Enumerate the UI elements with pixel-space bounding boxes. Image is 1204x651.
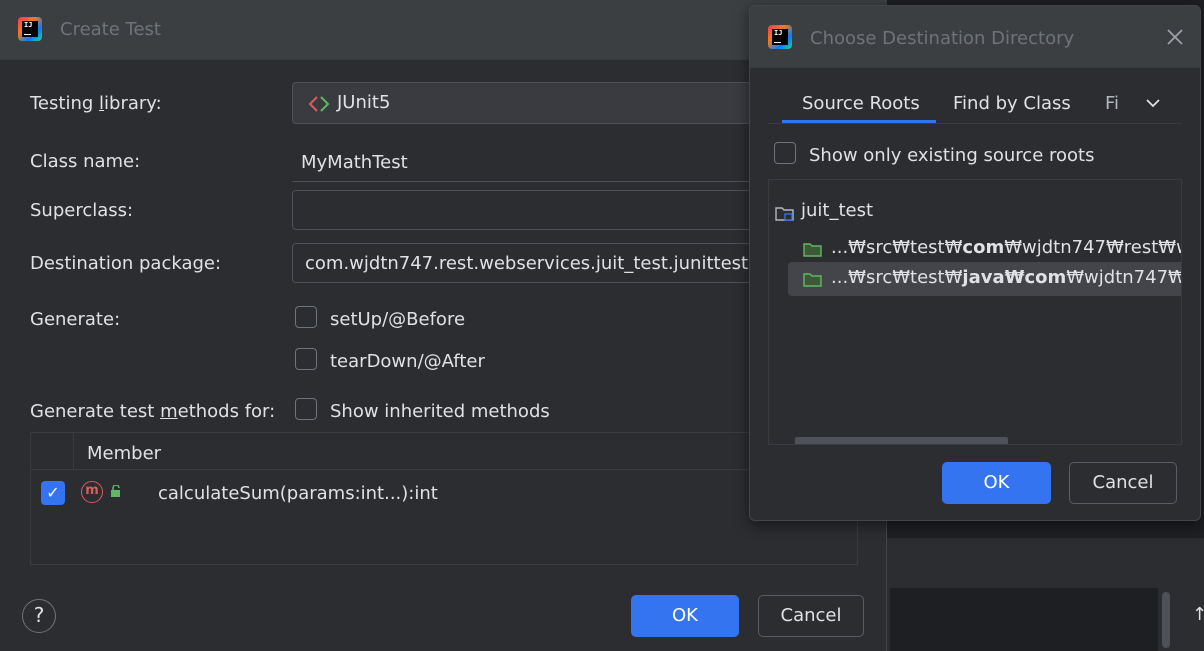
show-only-existing-label: Show only existing source roots [809,145,1095,166]
generate-methods-label: Generate test methods for: [30,401,276,422]
folder-icon [775,207,794,221]
chevron-down-icon[interactable] [1144,96,1162,110]
junit-icon [308,96,330,112]
table-header: Member [31,433,857,470]
setup-checkbox[interactable] [295,306,317,328]
directory-tree: juit_test ...₩src₩test₩com₩wjdtn747₩rest… [768,179,1182,445]
superclass-field[interactable] [292,190,762,230]
superclass-label: Superclass: [30,200,134,221]
teardown-checkbox[interactable] [295,348,317,370]
horizontal-scrollbar-thumb[interactable] [795,437,1008,444]
class-name-field[interactable]: MyMathTest [292,142,762,182]
title-bar[interactable]: IJ Choose Destination Directory [750,6,1200,68]
method-name: calculateSum(params:int...):int [158,483,438,504]
tree-item-selected[interactable]: ...₩src₩test₩java₩com₩wjdtn747₩rest₩we [788,262,1181,296]
column-divider[interactable] [73,433,74,470]
class-name-label: Class name: [30,151,141,172]
testing-library-select[interactable]: JUnit5 [292,82,762,124]
source-folder-icon [803,273,822,287]
dialog-title: Choose Destination Directory [810,28,1075,49]
show-inherited-checkbox[interactable] [295,398,317,420]
help-button[interactable]: ? [22,599,56,633]
tabs-border [768,123,1182,124]
dialog-title: Create Test [60,19,161,40]
close-icon[interactable] [1164,26,1186,48]
background-scrollbar-thumb[interactable] [1162,592,1170,648]
public-lock-icon [111,485,120,497]
ok-button[interactable]: OK [942,462,1051,504]
destination-package-label: Destination package: [30,253,222,274]
teardown-label: tearDown/@After [330,351,485,372]
members-table: Member ✓ m calculateSum(params:int...):i… [30,432,858,565]
intellij-logo-icon: IJ [18,17,42,41]
show-inherited-label: Show inherited methods [330,401,550,422]
background-editor [890,588,1158,651]
member-column-header[interactable]: Member [87,443,161,464]
row-checkbox[interactable]: ✓ [41,481,65,505]
source-folder-icon [803,243,822,257]
cancel-button[interactable]: Cancel [1069,462,1177,504]
scroll-up-arrow-icon[interactable]: ↑ [1192,604,1204,625]
choose-destination-dialog: IJ Choose Destination Directory Source R… [749,5,1201,521]
testing-library-label: Testing library: [30,93,162,114]
active-tab-indicator [782,120,936,123]
destination-package-field[interactable]: com.wjdtn747.rest.webservices.juit_test.… [292,243,762,283]
ok-button[interactable]: OK [631,595,739,637]
cancel-button[interactable]: Cancel [758,595,864,637]
setup-label: setUp/@Before [330,309,466,330]
generate-label: Generate: [30,309,121,330]
intellij-logo-icon: IJ [768,25,792,49]
tab-source-roots[interactable]: Source Roots [802,93,920,114]
method-icon: m [81,481,103,503]
testing-library-value: JUnit5 [337,92,391,113]
tab-find-by-class[interactable]: Find by Class [953,93,1071,114]
show-only-existing-checkbox[interactable] [774,142,796,164]
tab-truncated[interactable]: Fi [1105,93,1127,114]
